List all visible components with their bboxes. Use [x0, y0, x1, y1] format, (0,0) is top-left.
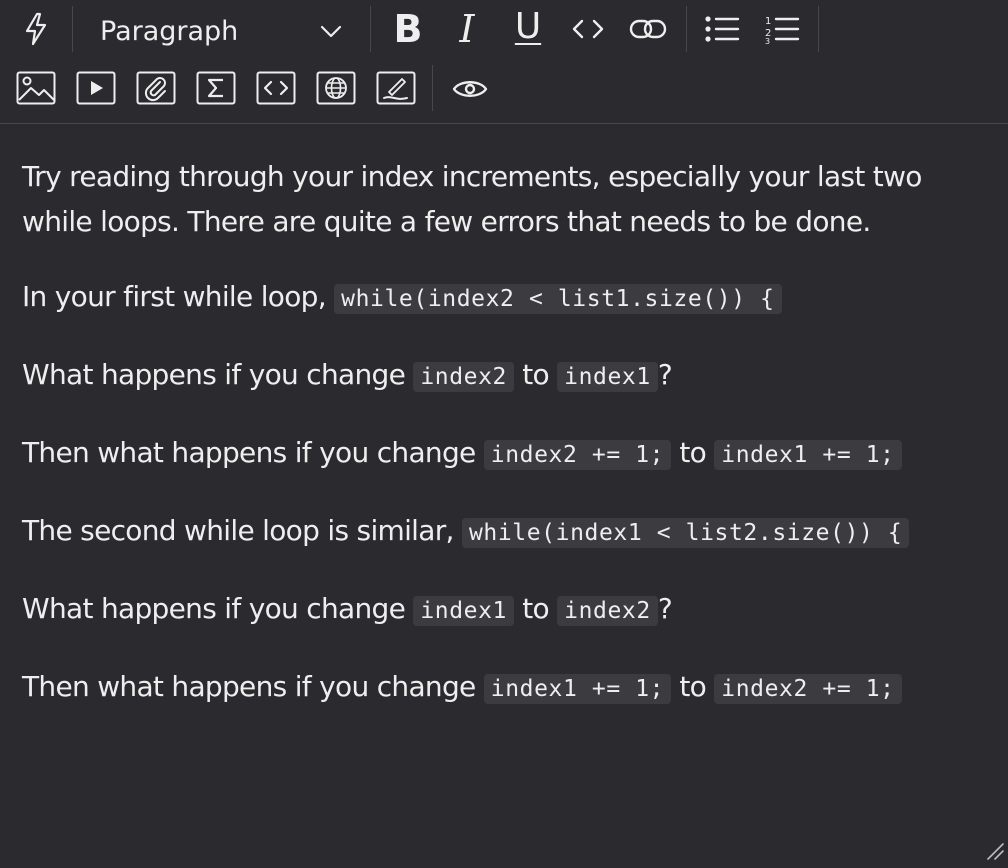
paragraph-text: to: [671, 436, 715, 469]
paragraph-second-loop: The second while loop is similar, while(…: [22, 508, 988, 556]
inline-code: index1: [413, 596, 514, 626]
toolbar-divider: [818, 6, 819, 52]
inline-code: while(index1 < list2.size()) {: [461, 518, 910, 548]
editor-content[interactable]: Try reading through your index increment…: [22, 154, 988, 712]
inline-code: index1 += 1;: [714, 440, 902, 470]
inline-code: index1 += 1;: [483, 674, 672, 704]
globe-icon[interactable]: [316, 70, 356, 106]
paperclip-icon[interactable]: [136, 70, 176, 106]
inline-code: while(index2 < list1.size()) {: [334, 284, 782, 314]
bold-button[interactable]: B: [388, 9, 428, 49]
paragraph-question-3: What happens if you change index1 to ind…: [22, 586, 988, 634]
toolbar-divider: [72, 6, 73, 52]
paragraph-text: The second while loop is similar,: [22, 514, 462, 547]
paragraph-text: Then what happens if you change: [22, 670, 484, 703]
image-icon[interactable]: [16, 70, 56, 106]
inline-code: index2: [557, 596, 658, 626]
paragraph-text: What happens if you change: [22, 592, 414, 625]
paragraph-question-2: Then what happens if you change index2 +…: [22, 430, 988, 478]
paragraph-text: to: [514, 358, 558, 391]
paragraph-text: ?: [657, 592, 673, 625]
toolbar-row-insert: [0, 60, 1008, 118]
link-icon[interactable]: [626, 10, 670, 48]
block-format-select[interactable]: Paragraph: [86, 6, 358, 52]
inline-code: index1: [557, 362, 658, 392]
inline-code: index2 += 1;: [483, 440, 672, 470]
toolbar-divider: [370, 6, 371, 52]
svg-text:3: 3: [765, 37, 770, 44]
paragraph-text: In your first while loop,: [22, 280, 335, 313]
svg-text:1: 1: [765, 16, 771, 27]
inline-code: index2: [413, 362, 514, 392]
play-icon[interactable]: [76, 70, 116, 106]
toolbar-row-formatting: Paragraph B I U 1 2 3: [0, 0, 1008, 58]
block-format-value: Paragraph: [100, 16, 239, 47]
paragraph-text: to: [514, 592, 558, 625]
eye-icon[interactable]: [450, 72, 490, 106]
paragraph-first-loop: In your first while loop, while(index2 <…: [22, 274, 988, 322]
underline-button[interactable]: U: [508, 7, 548, 47]
lightning-icon[interactable]: [18, 8, 54, 50]
editor-toolbar: Paragraph B I U 1 2 3: [0, 0, 1008, 124]
inline-code: index2 += 1;: [714, 674, 902, 704]
paragraph-question-4: Then what happens if you change index1 +…: [22, 664, 988, 712]
paragraph-text: What happens if you change: [22, 358, 414, 391]
paragraph-question-1: What happens if you change index2 to ind…: [22, 352, 988, 400]
code-block-icon[interactable]: [256, 70, 296, 106]
toolbar-divider: [686, 6, 687, 52]
sigma-icon[interactable]: [196, 70, 236, 106]
pen-icon[interactable]: [376, 70, 416, 106]
italic-button[interactable]: I: [447, 9, 487, 49]
bullet-list-icon[interactable]: [700, 10, 744, 48]
paragraph-intro: Try reading through your index increment…: [22, 160, 922, 238]
paragraph-text: Then what happens if you change: [22, 436, 484, 469]
chevron-down-icon: [320, 24, 342, 43]
code-icon[interactable]: [568, 10, 608, 48]
paragraph-text: to: [671, 670, 715, 703]
numbered-list-icon[interactable]: 1 2 3: [760, 10, 804, 48]
toolbar-divider: [432, 65, 433, 111]
paragraph-text: ?: [657, 358, 673, 391]
resize-handle-icon[interactable]: [984, 840, 1004, 864]
